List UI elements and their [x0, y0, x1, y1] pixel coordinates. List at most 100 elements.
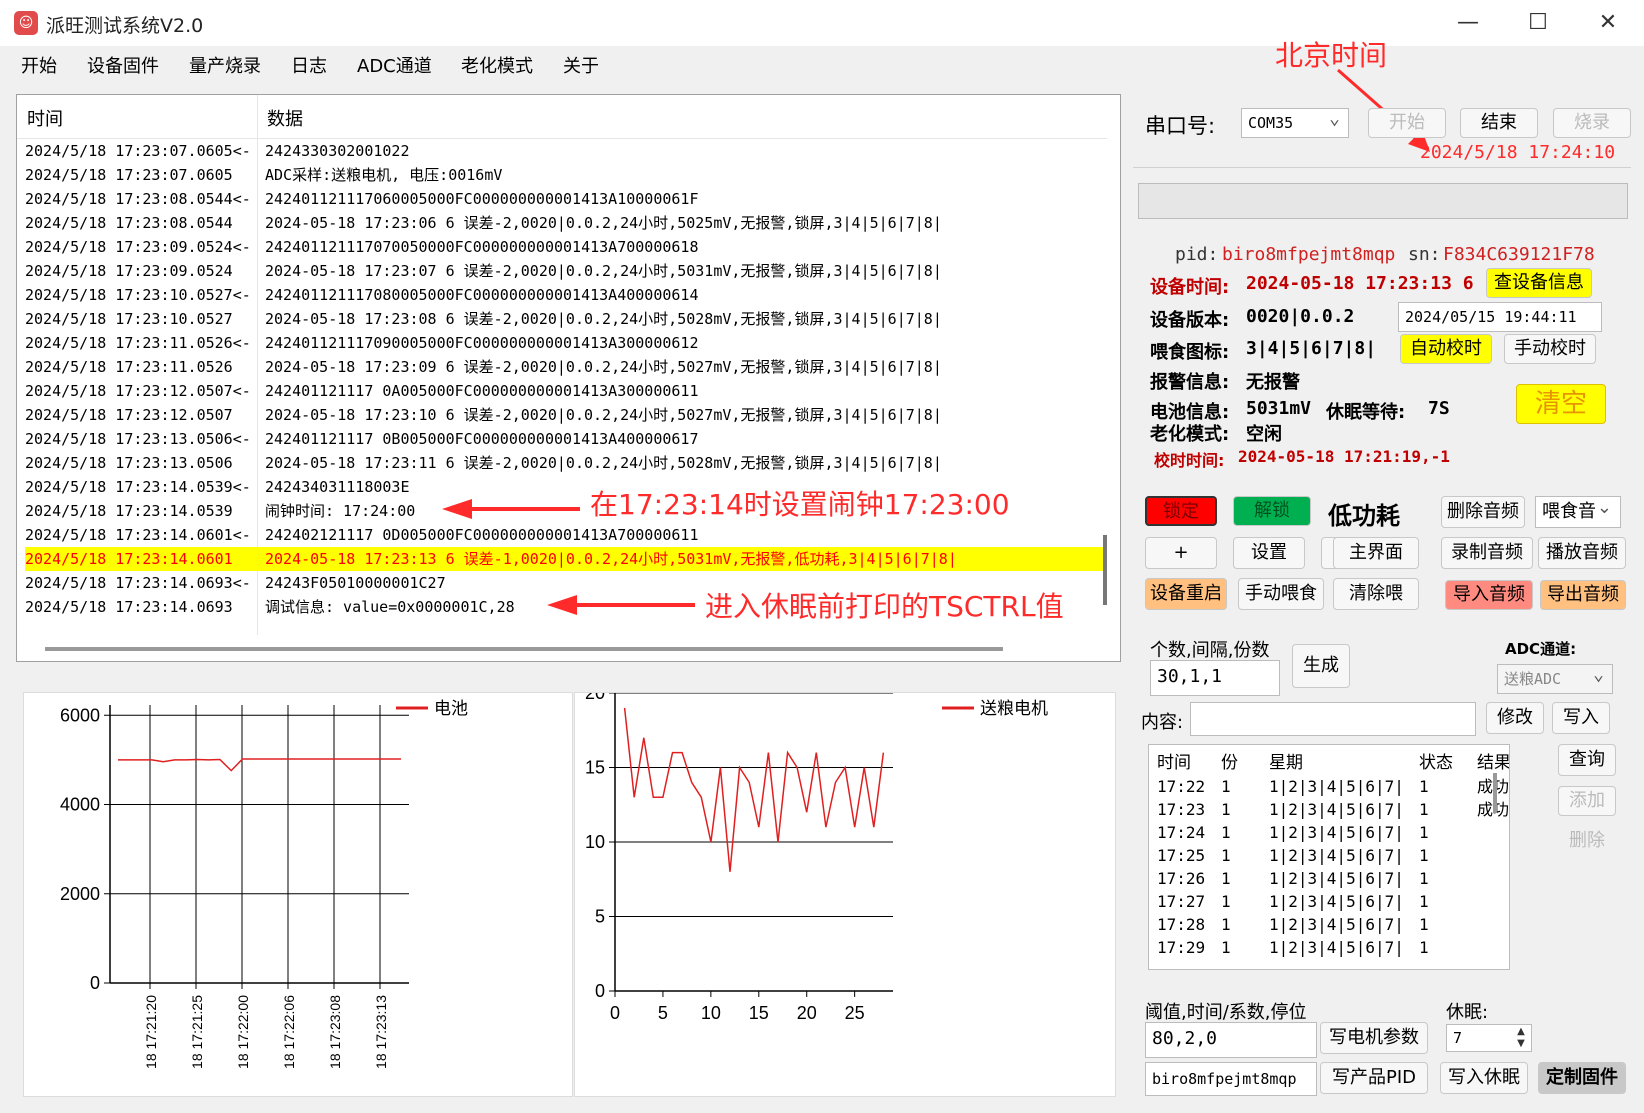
log-header-data[interactable]: 数据 [267, 105, 303, 131]
plus-button[interactable]: + [1145, 537, 1217, 569]
schedule-cell: 1|2|3|4|5|6|7| [1269, 777, 1404, 796]
device-version-value: 0020|0.0.2 [1246, 306, 1355, 327]
log-time: 2024/5/18 17:23:09.0524 [25, 262, 233, 280]
log-row[interactable]: 2024/5/18 17:23:10.0527<- 242401121117080… [25, 283, 1105, 307]
audio-type-select[interactable]: 喂食音 [1535, 496, 1621, 528]
delete-audio-button[interactable]: 删除音频 [1441, 496, 1525, 528]
minimize-icon[interactable]: — [1448, 8, 1488, 38]
log-row[interactable]: 2024/5/18 17:23:11.0526<- 242401121117090… [25, 331, 1105, 355]
y-tick-label: 0 [595, 981, 605, 1001]
manual-calibrate-button[interactable]: 手动校时 [1504, 334, 1596, 364]
progress-bar [1138, 183, 1628, 219]
log-time: 2024/5/18 17:23:11.0526<- [25, 334, 251, 352]
export-audio-button[interactable]: 导出音频 [1540, 580, 1626, 610]
serial-start-button[interactable]: 开始 [1368, 108, 1446, 138]
clear-button[interactable]: 清空 [1516, 384, 1606, 424]
pid-label: pid: [1175, 244, 1219, 265]
delete-button[interactable]: 删除 [1558, 826, 1616, 856]
schedule-cell: 17:29 [1157, 938, 1206, 957]
write-button[interactable]: 写入 [1552, 702, 1610, 734]
x-tick-label: 20 [797, 1003, 817, 1023]
log-row[interactable]: 2024/5/18 17:23:09.0524 2024-05-18 17:23:… [25, 259, 1105, 283]
content-input[interactable] [1190, 702, 1476, 736]
write-sleep-button[interactable]: 写入休眠 [1440, 1062, 1528, 1094]
menu-about[interactable]: 关于 [563, 52, 599, 78]
log-row[interactable]: 2024/5/18 17:23:13.0506 2024-05-18 17:23:… [25, 451, 1105, 475]
sched-header-weekday[interactable]: 星期 [1269, 751, 1303, 775]
query-button[interactable]: 查询 [1558, 744, 1616, 776]
serial-burn-button[interactable]: 烧录 [1553, 108, 1631, 138]
maximize-icon[interactable]: ☐ [1518, 8, 1558, 38]
log-row[interactable]: 2024/5/18 17:23:08.0544<- 242401121117060… [25, 187, 1105, 211]
modify-button[interactable]: 修改 [1486, 702, 1544, 734]
annotation-arrowhead-alarm [442, 499, 472, 519]
serial-end-button[interactable]: 结束 [1460, 108, 1538, 138]
schedule-vscroll[interactable] [1493, 773, 1497, 813]
version-date-field[interactable]: 2024/05/15 19:44:11 [1398, 302, 1602, 332]
log-row[interactable]: 2024/5/18 17:23:07.0605 ADC采样:送粮电机, 电压:00… [25, 163, 1105, 187]
menu-aging-mode[interactable]: 老化模式 [461, 52, 533, 78]
adc-channel-select[interactable]: 送粮ADC [1497, 664, 1613, 694]
legend-label: Series1 [434, 693, 488, 697]
restart-device-button[interactable]: 设备重启 [1145, 578, 1227, 610]
x-tick-label: 15 [749, 1003, 769, 1023]
schedule-param-input[interactable]: 30,1,1 [1150, 660, 1280, 696]
manual-feed-button[interactable]: 手动喂食 [1238, 578, 1324, 610]
record-audio-button[interactable]: 录制音频 [1441, 537, 1533, 569]
lock-button[interactable]: 锁定 [1145, 496, 1217, 526]
motor-param-input[interactable]: 80,2,0 [1145, 1022, 1317, 1058]
log-data: 242401121117090005000FC000000000001413A3… [265, 334, 699, 352]
sched-header-portion[interactable]: 份 [1221, 751, 1238, 775]
log-row[interactable]: 2024/5/18 17:23:14.0601 2024-05-18 17:23:… [25, 547, 1105, 571]
clear-feed-button[interactable]: 清除喂 [1333, 578, 1419, 610]
sched-header-time[interactable]: 时间 [1157, 751, 1191, 775]
write-motor-button[interactable]: 写电机参数 [1320, 1022, 1428, 1054]
unlock-button[interactable]: 解锁 [1233, 496, 1311, 526]
log-data: 242402121117 0D005000FC000000000001413A7… [265, 526, 699, 544]
y-tick-label: 4000 [60, 795, 100, 815]
generate-button[interactable]: 生成 [1292, 644, 1350, 688]
sched-header-status[interactable]: 状态 [1419, 751, 1453, 775]
annotation-arrow-tsctrl [575, 603, 695, 607]
main-ui-button[interactable]: 主界面 [1333, 537, 1419, 569]
alarm-info-label: 报警信息: [1150, 372, 1230, 393]
log-row[interactable]: 2024/5/18 17:23:09.0524<- 242401121117070… [25, 235, 1105, 259]
schedule-cell: 1 [1221, 938, 1231, 957]
log-row[interactable]: 2024/5/18 17:23:07.0605<- 242433030200102… [25, 139, 1105, 163]
custom-firmware-button[interactable]: 定制固件 [1538, 1062, 1626, 1094]
log-row[interactable]: 2024/5/18 17:23:12.0507<- 242401121117 0A… [25, 379, 1105, 403]
log-list[interactable]: 时间 数据 2024/5/18 17:23:07.0605<- 242433030… [16, 94, 1121, 662]
close-icon[interactable]: ✕ [1588, 8, 1628, 38]
log-vertical-scrollbar[interactable] [1103, 535, 1107, 605]
log-time: 2024/5/18 17:23:13.0506 [25, 454, 233, 472]
log-horizontal-scrollbar[interactable] [45, 647, 1003, 651]
menu-device-firmware[interactable]: 设备固件 [87, 52, 159, 78]
sched-header-result[interactable]: 结果 [1477, 751, 1509, 775]
serial-port-select[interactable]: COM35 [1241, 108, 1349, 138]
log-row[interactable]: 2024/5/18 17:23:11.0526 2024-05-18 17:23:… [25, 355, 1105, 379]
log-row[interactable]: 2024/5/18 17:23:12.0507 2024-05-18 17:23:… [25, 403, 1105, 427]
sleep-spin-icon[interactable]: ▲ ▼ [1512, 1026, 1530, 1050]
log-header-time[interactable]: 时间 [27, 105, 63, 131]
add-button[interactable]: 添加 [1558, 786, 1616, 816]
log-row[interactable]: 2024/5/18 17:23:08.0544 2024-05-18 17:23:… [25, 211, 1105, 235]
write-pid-button[interactable]: 写产品PID [1320, 1062, 1428, 1094]
menu-log[interactable]: 日志 [291, 52, 327, 78]
menu-start[interactable]: 开始 [21, 52, 57, 78]
aging-mode-value: 空闲 [1246, 424, 1282, 445]
play-audio-button[interactable]: 播放音频 [1538, 537, 1626, 569]
settings-button[interactable]: 设置 [1233, 537, 1305, 569]
menu-mass-burn[interactable]: 量产烧录 [189, 52, 261, 78]
auto-calibrate-button[interactable]: 自动校时 [1400, 334, 1492, 364]
log-row[interactable]: 2024/5/18 17:23:14.0601<- 242402121117 0D… [25, 523, 1105, 547]
sleep-wait-value: 7S [1428, 398, 1450, 419]
import-audio-button[interactable]: 导入音频 [1445, 580, 1533, 610]
pid-input[interactable]: biro8mfpejmt8mqp [1145, 1062, 1317, 1096]
schedule-cell: 17:22 [1157, 777, 1206, 796]
schedule-list[interactable]: 时间 份 星期 状态 结果 17:2211|2|3|4|5|6|7|1成功17:… [1148, 744, 1510, 970]
query-device-info-button[interactable]: 查设备信息 [1486, 268, 1592, 298]
log-row[interactable]: 2024/5/18 17:23:10.0527 2024-05-18 17:23:… [25, 307, 1105, 331]
y-tick-label: 10 [585, 832, 605, 852]
log-row[interactable]: 2024/5/18 17:23:13.0506<- 242401121117 0B… [25, 427, 1105, 451]
menu-adc-channel[interactable]: ADC通道 [357, 52, 432, 78]
